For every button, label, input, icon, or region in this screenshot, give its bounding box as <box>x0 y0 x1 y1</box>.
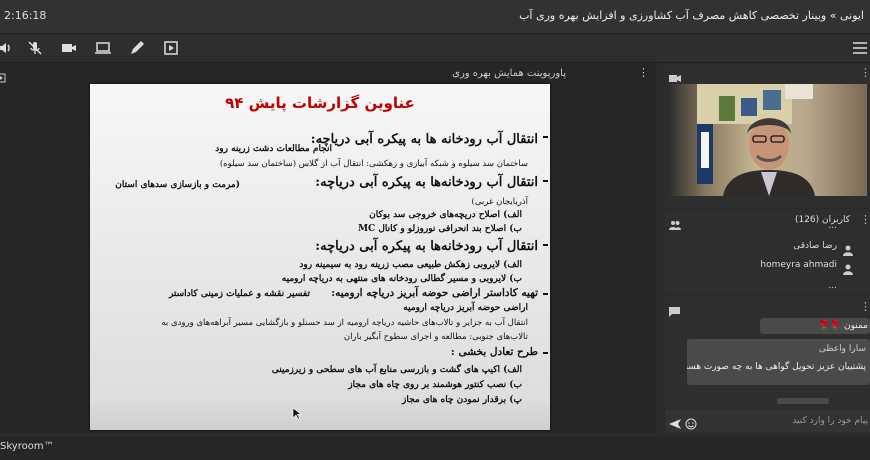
footer: Skyroom™ <box>0 437 870 460</box>
chat-input[interactable]: پیام خود را وارد کنید <box>792 416 868 426</box>
slide-line: انتقال آب رودخانه‌ها به پیکره آبی دریاچه… <box>315 175 538 190</box>
slide-line: ب) لایروبی و مسیر گطالی رودخانه های منته… <box>281 274 522 284</box>
chat-input-bar: پیام خود را وارد کنید <box>665 410 870 432</box>
slide-line: الف) لایروبی زهکش طبیعی مصب زرینه رود به… <box>299 260 522 270</box>
speaker-icon[interactable] <box>0 39 14 57</box>
send-icon[interactable] <box>669 415 681 429</box>
mouse-cursor-icon <box>292 407 301 420</box>
presentation-title: پاورپوینت همایش بهره وری <box>452 68 566 79</box>
play-media-icon[interactable] <box>162 39 180 57</box>
bullet <box>543 244 548 246</box>
chat-message-text: ممنون 🌹🌹 <box>818 321 868 331</box>
chat-message <box>777 398 829 404</box>
slide-line: الف) اصلاح دریچه‌های خروجی سد بوکان <box>369 210 522 220</box>
slide-line: ساختمان سد سیلوه و شبکه آبیاری و زهکشی: … <box>219 159 528 169</box>
title-bar: 2:16:18 ایونی » وبینار تخصصی کاهش مصرف آ… <box>0 0 870 34</box>
more-options-icon[interactable]: ⋮ <box>638 67 649 78</box>
bullet <box>543 352 548 354</box>
chat-panel: ⋮ ممنون 🌹🌹 سارا واعظی پشتیبان عزیز تحویل… <box>665 297 870 433</box>
user-row[interactable]: ... <box>671 280 861 290</box>
room-title: ایونی » وبینار تخصصی کاهش مصرف آب کشاورز… <box>519 9 864 22</box>
slide-line: انتقال آب به جزایر و تالاب‌های حاشیه دری… <box>161 318 528 328</box>
bullet <box>543 293 548 295</box>
chat-message-text: پشتیبان عزیز تحویل گواهی ها به چه صورت ه… <box>687 362 866 372</box>
slide-line: انتقال آب رودخانه ها به پیکره آبی دریاچه… <box>310 132 538 147</box>
user-row[interactable]: رضا صادقی <box>671 240 861 256</box>
user-row[interactable]: ... <box>671 225 861 235</box>
video-camera-icon <box>669 68 681 82</box>
slide-heading: عناوین گزارشات پایش ۹۴ <box>225 94 415 112</box>
users-count: کاربران (126) <box>794 215 850 225</box>
chat-message: سارا واعظی پشتیبان عزیز تحویل گواهی ها ب… <box>687 339 870 385</box>
slide-line: آذربایجان غربی) <box>471 197 529 207</box>
user-icon <box>843 241 853 256</box>
video-panel: ⋮ <box>665 63 870 207</box>
chat-header: ⋮ <box>665 297 870 317</box>
chat-author: سارا واعظی <box>818 344 866 354</box>
video-options-icon[interactable]: ⋮ <box>860 67 870 78</box>
emoji-icon[interactable] <box>685 415 697 430</box>
slide-line: الف) اکیپ های گشت و بازرسی منابع آب های … <box>271 365 522 375</box>
slide-line: انجام مطالعات دشت زرینه رود <box>215 144 332 154</box>
video-header: ⋮ <box>665 63 870 83</box>
pen-icon[interactable] <box>128 39 146 57</box>
chat-options-icon[interactable]: ⋮ <box>860 301 870 312</box>
chat-icon <box>669 302 680 317</box>
camera-icon[interactable] <box>60 39 78 57</box>
slide: عناوین گزارشات پایش ۹۴ انتقال آب رودخانه… <box>90 84 550 430</box>
slide-line: (مرمت و بازسازی سدهای استان <box>115 180 240 190</box>
user-row[interactable]: homeyra ahmadi <box>671 259 861 275</box>
presentation-icon <box>0 68 6 83</box>
user-name: ... <box>828 225 837 231</box>
slide-line: ب) نصب کنتور هوشمند بر روی چاه های مجاز <box>348 380 522 390</box>
speaker-video <box>667 84 867 196</box>
session-timer: 2:16:18 <box>4 9 47 22</box>
slide-line: اراضی حوضه آبریز دریاچه ارومیه <box>403 303 528 313</box>
users-panel: کاربران (126) ⋮ ... رضا صادقی homeyra ah… <box>665 210 870 294</box>
user-name: رضا صادقی <box>793 241 837 251</box>
slide-line: ب) اصلاح بند انحرافی نوروزلو و کانال MC <box>358 224 522 234</box>
slide-line: پ) برقدار نمودن چاه های مجاز <box>402 395 522 405</box>
users-options-icon[interactable]: ⋮ <box>860 214 870 225</box>
slide-line: انتقال آب رودخانه‌ها به پیکره آبی دریاچه… <box>315 239 538 254</box>
bullet <box>543 136 548 138</box>
user-icon <box>843 260 853 275</box>
user-name: homeyra ahmadi <box>760 260 837 270</box>
slide-line: طرح تعادل بخشی : <box>450 346 538 358</box>
presentation-header: پاورپوینت همایش بهره وری ⋮ <box>0 63 656 85</box>
mic-off-icon[interactable] <box>26 39 44 57</box>
presentation-panel: پاورپوینت همایش بهره وری ⋮ عناوین گزارشا… <box>0 63 656 433</box>
brand-logo: Skyroom™ <box>0 441 54 452</box>
bullet <box>543 180 548 182</box>
slide-line: تالاب‌های جنوبی: مطالعه و اجرای سطوح آبگ… <box>343 332 528 342</box>
menu-icon[interactable] <box>851 39 869 57</box>
slide-line: تهیه کاداستر اراضی حوضه آبریز دریاچه ارو… <box>331 287 538 299</box>
user-name: ... <box>828 281 837 290</box>
screen-share-icon[interactable] <box>94 39 112 57</box>
users-icon <box>669 215 681 230</box>
chat-message: ممنون 🌹🌹 <box>760 318 870 334</box>
slide-line: تفسیر نقشه و عملیات زمینی کاداستر <box>168 289 310 299</box>
toolbar <box>0 34 870 63</box>
